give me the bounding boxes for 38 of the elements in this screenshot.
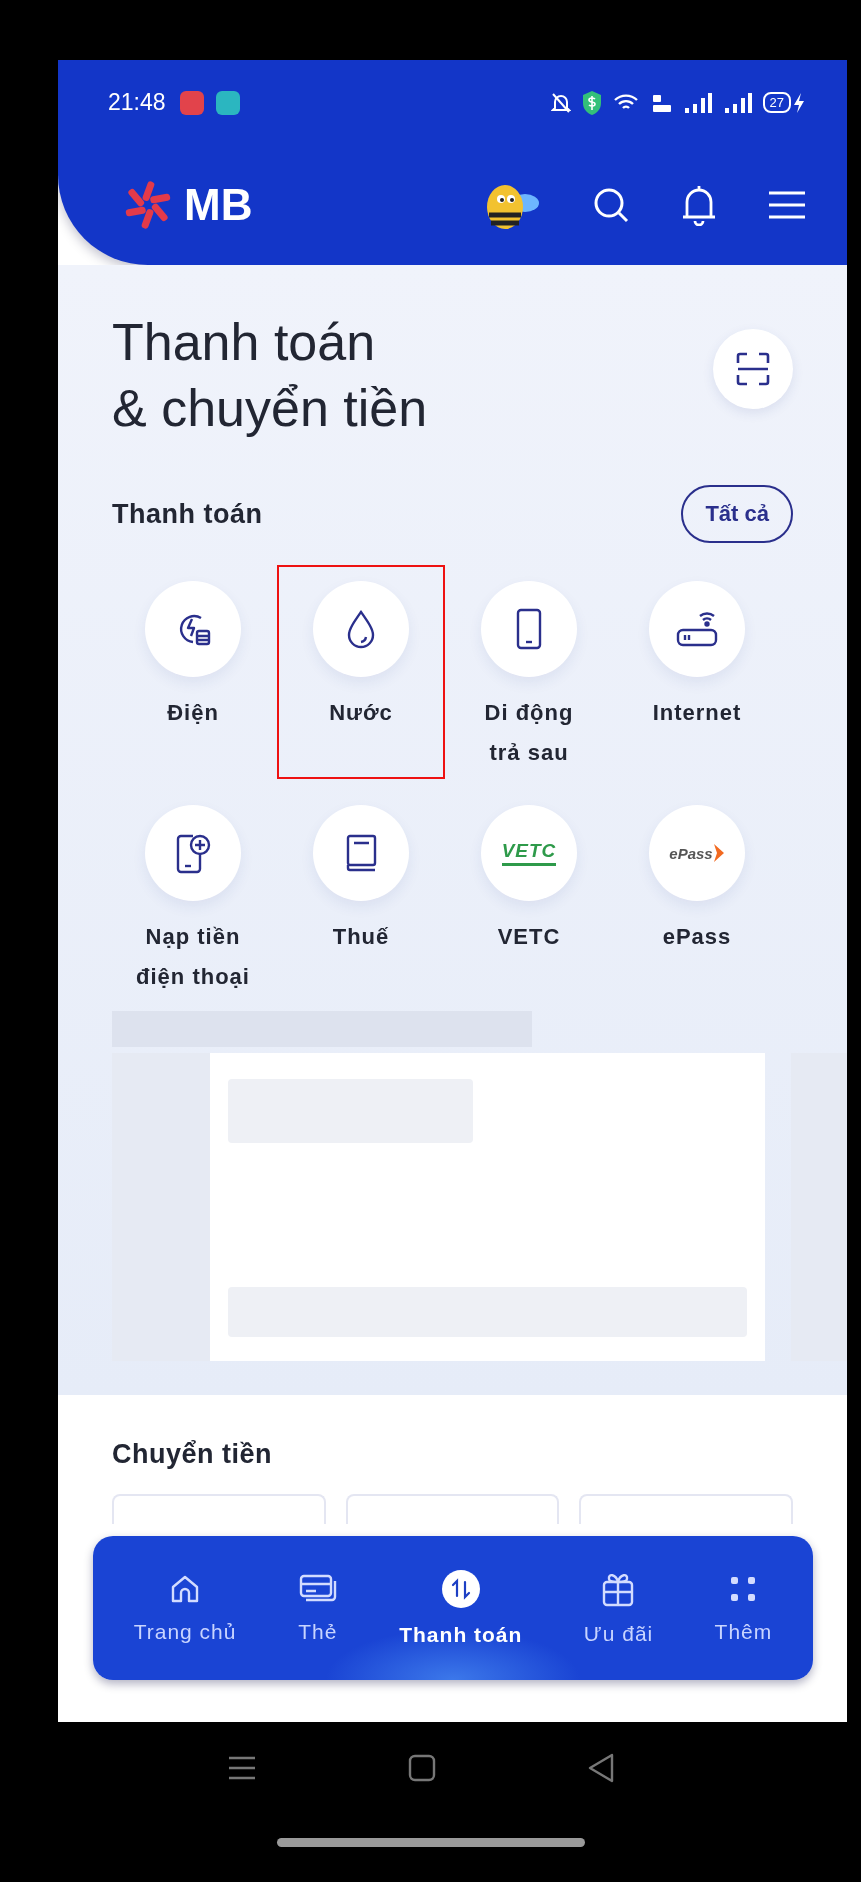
logo-text: VETC	[501, 840, 557, 866]
section-heading: Chuyển tiền	[112, 1439, 273, 1470]
payment-service-item[interactable]: Nạp tiền điện thoại	[109, 789, 277, 1003]
section-heading: Thanh toán	[112, 498, 263, 530]
see-all-button[interactable]: Tất cả	[681, 485, 793, 543]
bell-off-icon	[550, 91, 571, 114]
menu-icon[interactable]	[226, 1755, 257, 1781]
payment-service-item[interactable]: ePass ePass	[613, 789, 781, 1003]
scan-frame-icon	[735, 351, 771, 387]
square-icon[interactable]	[406, 1753, 437, 1783]
payment-service-item[interactable]: Di động trả sau	[445, 565, 613, 779]
menu-icon[interactable]	[767, 189, 807, 221]
signal-icon	[722, 91, 753, 114]
logo-text: ePass	[669, 844, 713, 862]
nav-tab[interactable]: Thẻ	[293, 1572, 342, 1644]
signal-icon	[682, 91, 713, 114]
shield-dollar-icon	[580, 89, 603, 116]
bell-icon[interactable]	[681, 184, 717, 226]
charging-icon	[793, 91, 805, 114]
battery-level: 27	[762, 92, 791, 113]
chevron-icon	[712, 843, 725, 863]
payment-service-item[interactable]: Nước	[277, 565, 445, 779]
payment-service-item[interactable]: Internet	[613, 565, 781, 779]
nav-tab[interactable]: Thêm	[710, 1572, 777, 1644]
page-title: Thanh toán & chuyển tiền	[112, 312, 428, 439]
status-time: 21:48	[108, 89, 166, 116]
nav-tab[interactable]: Ưu đãi	[579, 1570, 658, 1646]
payment-service-item[interactable]: Điện	[109, 565, 277, 779]
nav-tab[interactable]: Thanh toán	[395, 1569, 527, 1647]
back-triangle-icon[interactable]	[586, 1752, 615, 1784]
app-notification-icon	[215, 90, 240, 115]
payment-service-item[interactable]: Thuế	[277, 789, 445, 1003]
nav-tab[interactable]: Trang chủ	[129, 1572, 241, 1644]
app-notification-icon	[179, 90, 204, 115]
payment-service-item[interactable]: VETC VETC	[445, 789, 613, 1003]
logo-text: MB	[184, 180, 253, 230]
phone-icon	[514, 607, 544, 651]
transfer-arrows-icon[interactable]	[440, 1569, 481, 1609]
